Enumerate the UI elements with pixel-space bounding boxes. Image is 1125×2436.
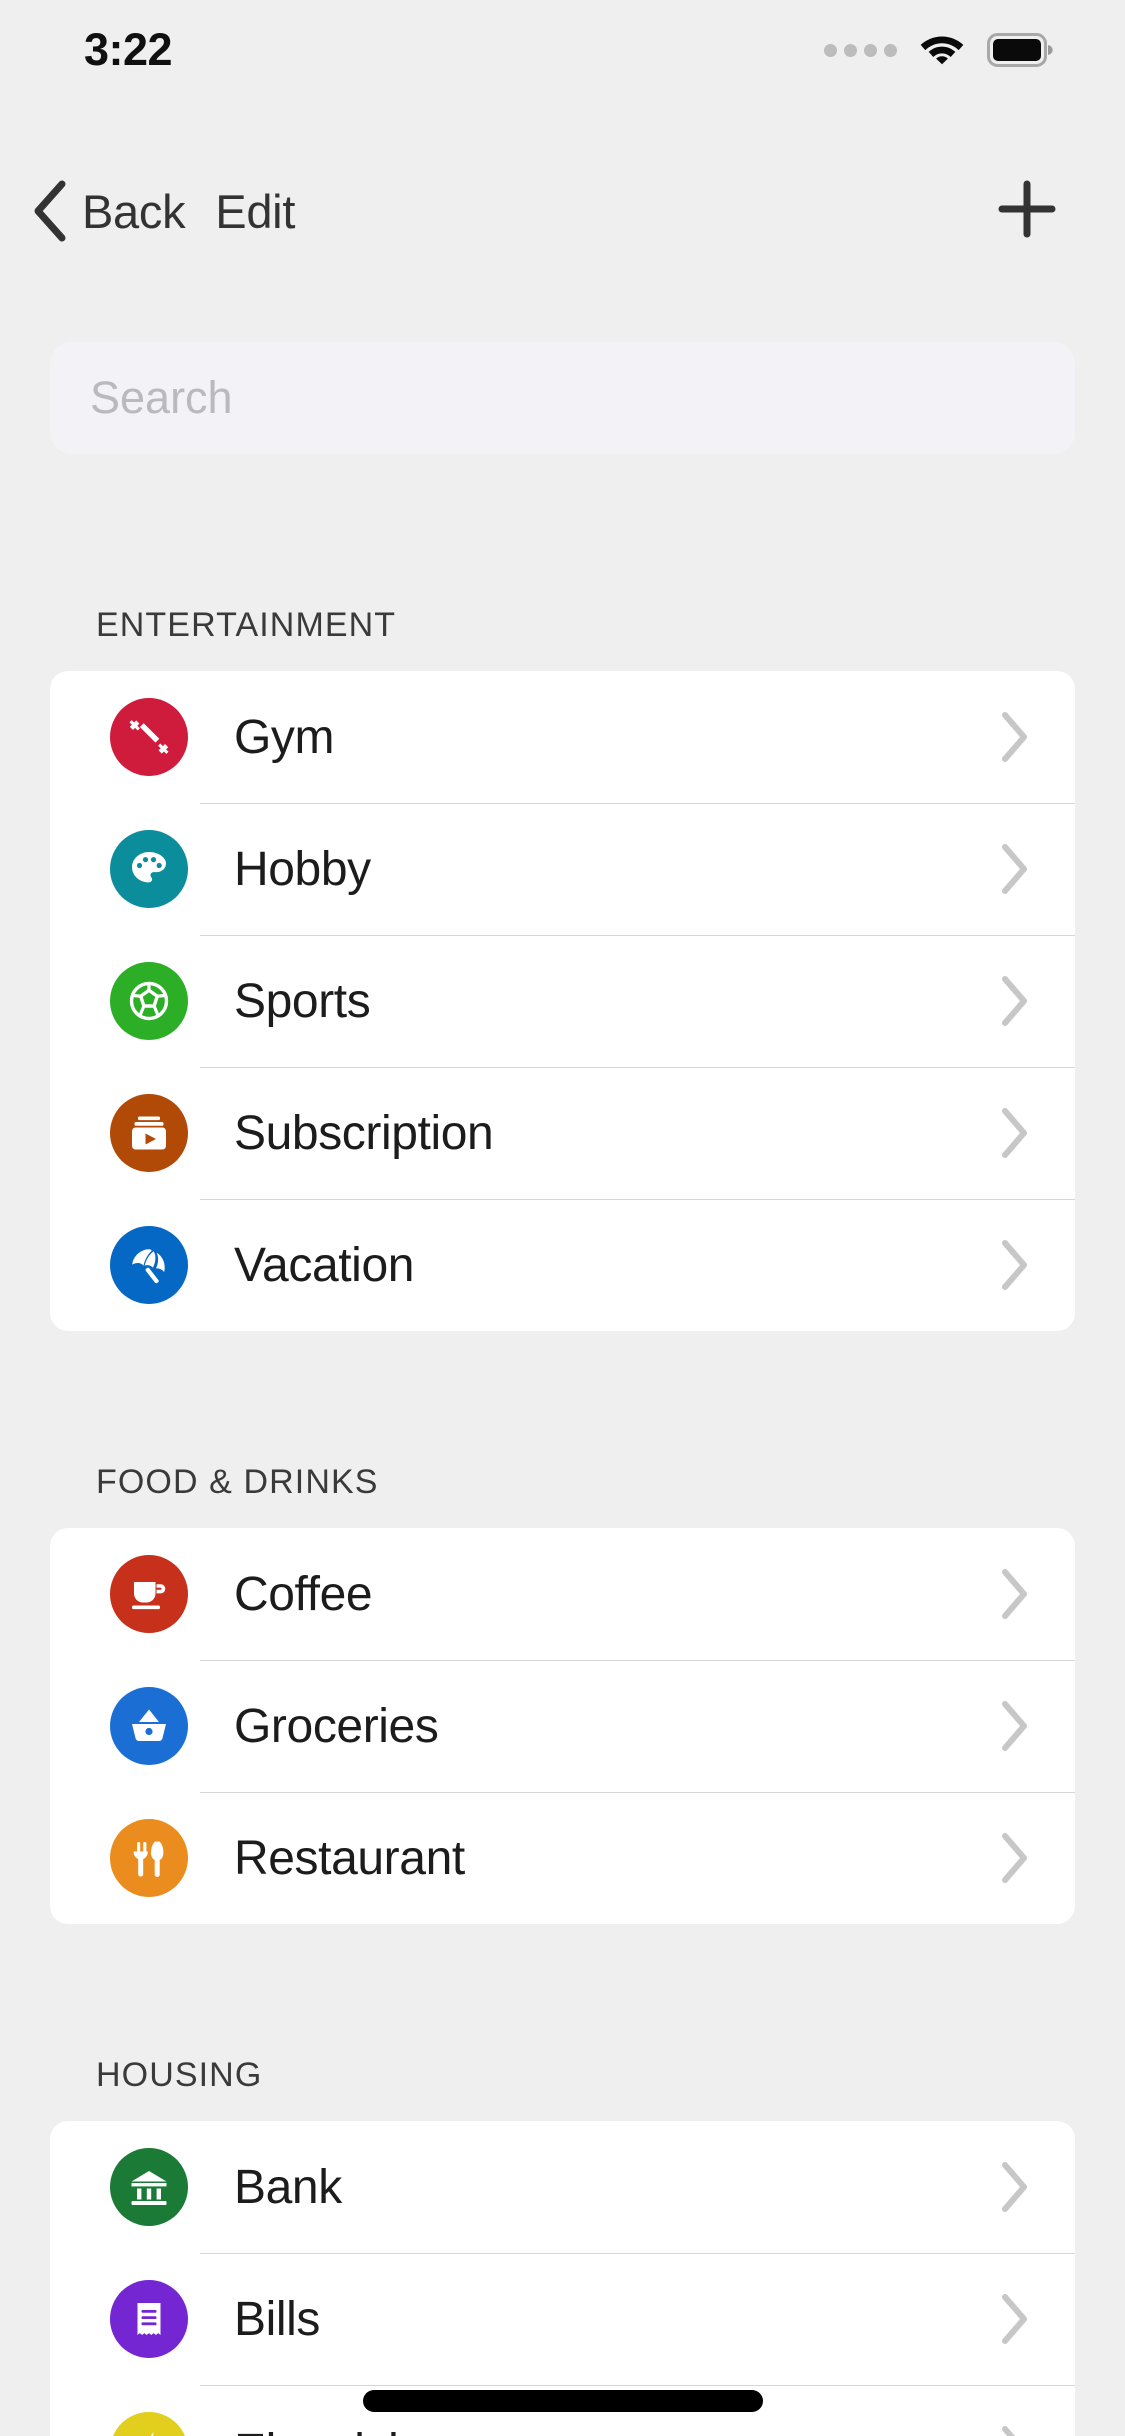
chevron-right-icon <box>991 974 1031 1028</box>
bank-building-icon <box>110 2148 188 2226</box>
video-box-icon <box>110 1094 188 1172</box>
category-section: FOOD & DRINKS Coffee Groceries Restaurant <box>0 1463 1125 1924</box>
chevron-right-icon <box>991 1567 1031 1621</box>
beach-umbrella-icon <box>110 1226 188 1304</box>
chevron-right-icon <box>991 2424 1031 2436</box>
category-label: Bills <box>234 2292 321 2346</box>
dumbbell-icon <box>110 698 188 776</box>
category-row[interactable]: Sports <box>50 935 1075 1067</box>
section-header: ENTERTAINMENT <box>96 606 397 644</box>
section-card: Coffee Groceries Restaurant <box>50 1528 1075 1924</box>
chevron-right-icon <box>991 1238 1031 1292</box>
category-section: ENTERTAINMENT Gym Hobby Sports Subscription V… <box>0 606 1125 1331</box>
back-label[interactable]: Back <box>82 184 186 239</box>
category-row[interactable]: Gym <box>50 671 1075 803</box>
section-header: FOOD & DRINKS <box>96 1463 379 1501</box>
category-section: HOUSING Bank Bills Electricity <box>0 2056 1125 2436</box>
status-bar-time: 3:22 <box>84 24 173 75</box>
category-row[interactable]: Vacation <box>50 1199 1075 1331</box>
category-list[interactable]: ENTERTAINMENT Gym Hobby Sports Subscription V… <box>0 490 1125 2436</box>
category-label: Bank <box>234 2160 342 2214</box>
category-row[interactable]: Groceries <box>50 1660 1075 1792</box>
chevron-right-icon <box>991 2292 1031 2346</box>
category-row[interactable]: Bills <box>50 2253 1075 2385</box>
edit-button[interactable]: Edit <box>215 184 295 239</box>
signal-dots-icon <box>824 43 897 57</box>
sections-root: ENTERTAINMENT Gym Hobby Sports Subscription V… <box>0 490 1125 2436</box>
category-row[interactable]: Hobby <box>50 803 1075 935</box>
search-bar[interactable] <box>50 342 1075 454</box>
category-label: Restaurant <box>234 1831 465 1885</box>
category-label: Sports <box>234 974 371 1028</box>
battery-full-icon <box>987 33 1053 67</box>
section-header: HOUSING <box>96 2056 263 2094</box>
plus-icon[interactable] <box>996 178 1058 245</box>
chevron-right-icon <box>991 1106 1031 1160</box>
navigation-bar: Back Edit <box>0 158 1125 264</box>
category-row[interactable]: Bank <box>50 2121 1075 2253</box>
chevron-right-icon <box>991 710 1031 764</box>
category-label: Vacation <box>234 1238 415 1292</box>
wifi-icon <box>919 31 965 70</box>
back-button[interactable]: Back <box>22 179 186 243</box>
section-card: Bank Bills Electricity <box>50 2121 1075 2436</box>
category-label: Electricity <box>234 2424 991 2436</box>
coffee-cup-icon <box>110 1555 188 1633</box>
category-label: Gym <box>234 710 335 764</box>
category-label: Hobby <box>234 842 371 896</box>
category-row[interactable]: Restaurant <box>50 1792 1075 1924</box>
phone-screen: 3:22 Back Edit Search ENTERTAINMENT Gym … <box>0 0 1125 2436</box>
category-row[interactable]: Coffee <box>50 1528 1075 1660</box>
chevron-left-icon[interactable] <box>22 179 76 243</box>
search-input[interactable] <box>50 342 1075 454</box>
chevron-right-icon <box>991 1699 1031 1753</box>
lightning-bolt-icon <box>110 2412 188 2436</box>
fork-knife-icon <box>110 1819 188 1897</box>
home-indicator <box>362 2390 763 2412</box>
receipt-icon <box>110 2280 188 2358</box>
status-bar: 3:22 <box>0 0 1125 100</box>
chevron-right-icon <box>991 2160 1031 2214</box>
palette-icon <box>110 830 188 908</box>
category-label: Coffee <box>234 1567 373 1621</box>
status-bar-indicators <box>824 31 1053 70</box>
section-card: Gym Hobby Sports Subscription Vacation <box>50 671 1075 1331</box>
add-category-button[interactable] <box>991 175 1063 247</box>
category-label: Subscription <box>234 1106 494 1160</box>
category-label: Groceries <box>234 1699 439 1753</box>
chevron-right-icon <box>991 1831 1031 1885</box>
shopping-basket-icon <box>110 1687 188 1765</box>
soccer-ball-icon <box>110 962 188 1040</box>
chevron-right-icon <box>991 842 1031 896</box>
category-row[interactable]: Subscription <box>50 1067 1075 1199</box>
